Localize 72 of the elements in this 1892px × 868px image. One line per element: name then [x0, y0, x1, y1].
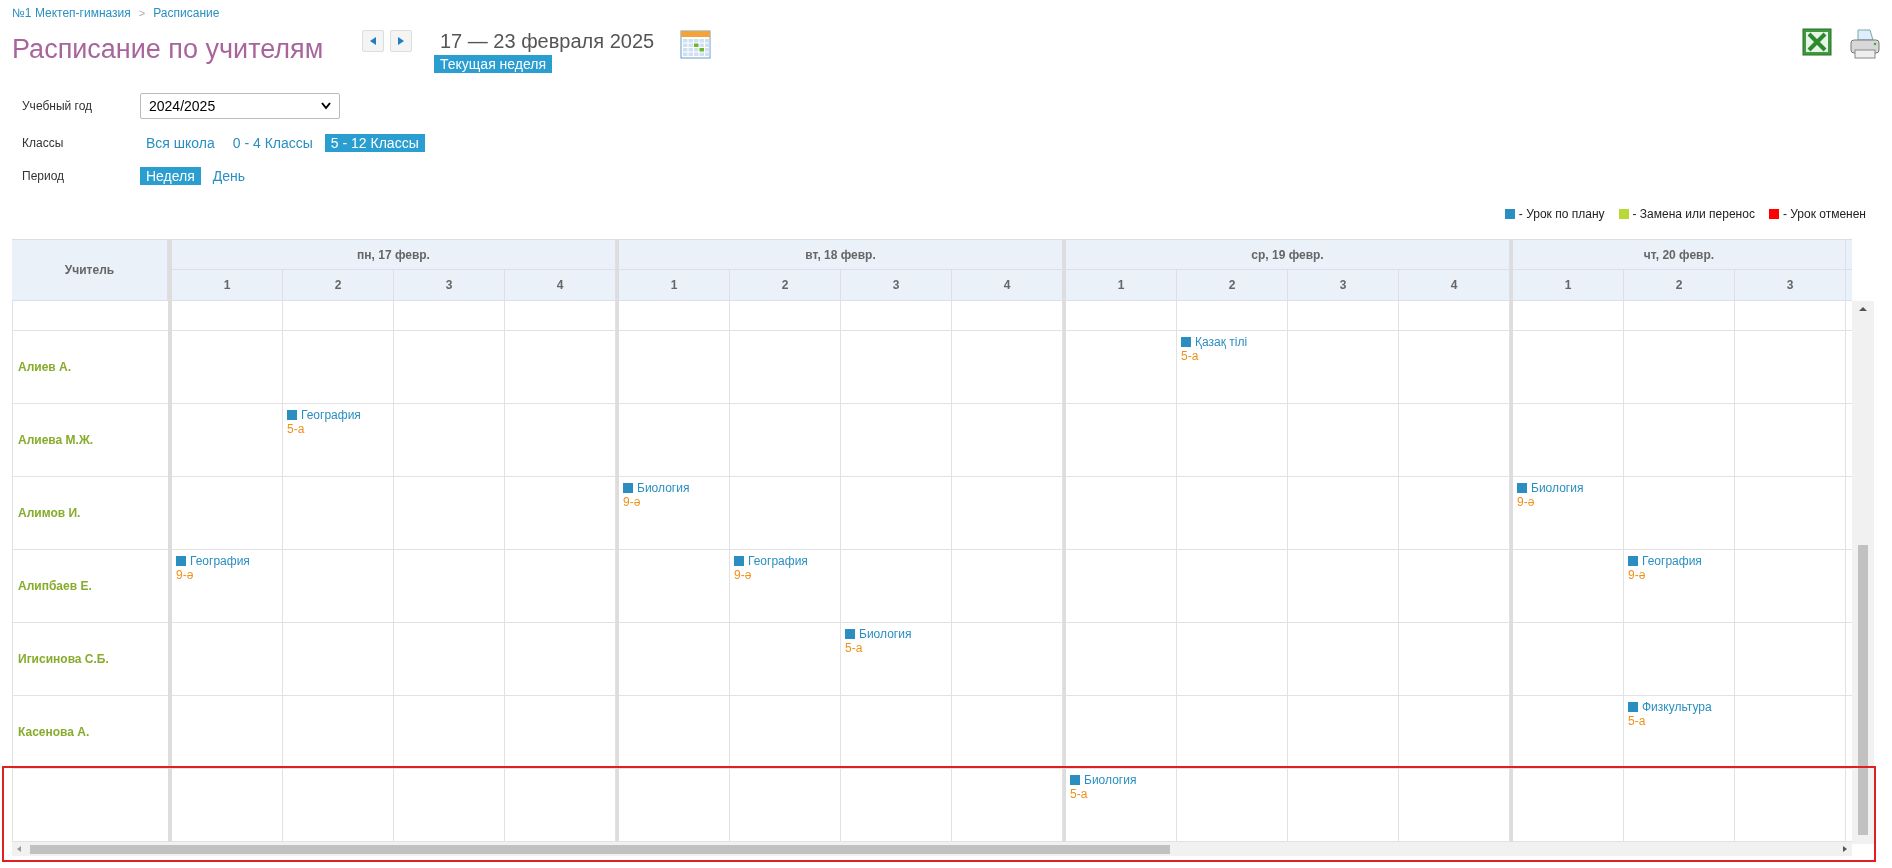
legend-item: - Замена или перенос [1618, 207, 1755, 221]
scroll-right-icon[interactable] [1842, 845, 1848, 853]
triangle-right-icon [396, 36, 406, 46]
period-header: 1 [1513, 270, 1624, 301]
legend-item: - Урок отменен [1768, 207, 1866, 221]
teacher-name[interactable]: Алиев А. [18, 360, 72, 374]
day-header: чт, 20 февр. [1513, 240, 1846, 270]
day-header: пн, 17 февр. [172, 240, 616, 270]
class-label: 9-ә [623, 495, 641, 509]
period-header: 3 [1288, 270, 1399, 301]
period-header: 1 [1066, 270, 1177, 301]
field-label: Период [22, 169, 66, 183]
scrollbar-thumb[interactable] [1858, 545, 1868, 835]
class-label: 5-а [845, 641, 863, 655]
period-header: 2 [283, 270, 394, 301]
class-label: 5-а [1070, 787, 1088, 801]
breadcrumb-link[interactable]: №1 Мектеп-гимназия [12, 6, 131, 20]
field-label: Классы [22, 136, 65, 150]
teacher-name[interactable]: Касенова А. [18, 725, 90, 739]
breadcrumb-separator: > [138, 7, 146, 19]
page-title: Расписание по учителям [12, 34, 325, 65]
lesson-link[interactable]: Биология [1070, 773, 1137, 787]
class-label: 9-ә [1628, 568, 1646, 582]
teacher-name[interactable]: Алимов И. [18, 506, 81, 520]
lesson-link[interactable]: Биология [1517, 481, 1584, 495]
class-label: 5-а [287, 422, 305, 436]
scrollbar-thumb[interactable] [30, 844, 1170, 854]
class-label: 9-ә [176, 568, 194, 582]
period-header: 3 [841, 270, 952, 301]
class-filter-option[interactable]: 0 - 4 Классы [226, 134, 319, 152]
lesson-link[interactable]: Биология [623, 481, 690, 495]
lesson-link[interactable]: География [734, 554, 808, 568]
chevron-down-icon [321, 102, 331, 110]
period-header: 2 [730, 270, 841, 301]
period-header: 3 [394, 270, 505, 301]
lesson-link[interactable]: География [176, 554, 250, 568]
week-range: 17 — 23 февраля 2025 [440, 30, 655, 53]
lesson-link[interactable]: География [287, 408, 361, 422]
lesson-link[interactable]: Физкультура [1628, 700, 1712, 714]
year-select[interactable]: 2024/2025 [140, 93, 340, 119]
spreadsheet-icon[interactable] [1802, 28, 1832, 56]
class-label: 5-а [1181, 349, 1199, 363]
class-label: 5-а [1628, 714, 1646, 728]
field-label: Учебный год [22, 99, 94, 113]
period-header: 2 [1624, 270, 1735, 301]
period-header: 1 [619, 270, 730, 301]
next-week-button[interactable] [390, 30, 412, 52]
class-filter-option[interactable]: Вся школа [140, 134, 221, 152]
lesson-link[interactable]: Қазақ тілі [1181, 335, 1248, 349]
teacher-name[interactable]: Алипбаев Е. [18, 579, 92, 593]
period-option[interactable]: День [206, 167, 252, 185]
scroll-left-icon[interactable] [16, 845, 22, 853]
day-header: вт, 18 февр. [619, 240, 1063, 270]
lesson-link[interactable]: География [1628, 554, 1702, 568]
previous-week-button[interactable] [362, 30, 384, 52]
class-label: 9-ә [734, 568, 752, 582]
period-header: 3 [1735, 270, 1846, 301]
class-filter-option[interactable]: 5 - 12 Классы [324, 134, 425, 152]
current-week-link[interactable]: Текущая неделя [434, 55, 553, 73]
calendar-icon[interactable] [680, 28, 713, 60]
day-header: ср, 19 февр. [1066, 240, 1510, 270]
triangle-left-icon [368, 36, 378, 46]
period-header: 1 [172, 270, 283, 301]
teacher-name[interactable]: Алиева М.Ж. [18, 433, 94, 447]
teacher-name[interactable]: Игисинова С.Б. [18, 652, 109, 666]
period-option[interactable]: Неделя [140, 167, 201, 185]
period-header: 2 [1177, 270, 1288, 301]
class-label: 9-ә [1517, 495, 1535, 509]
printer-icon[interactable] [1850, 28, 1880, 60]
legend-item: - Урок по плану [1504, 207, 1605, 221]
lesson-link[interactable]: Биология [845, 627, 912, 641]
breadcrumb-link[interactable]: Расписание [153, 6, 220, 20]
